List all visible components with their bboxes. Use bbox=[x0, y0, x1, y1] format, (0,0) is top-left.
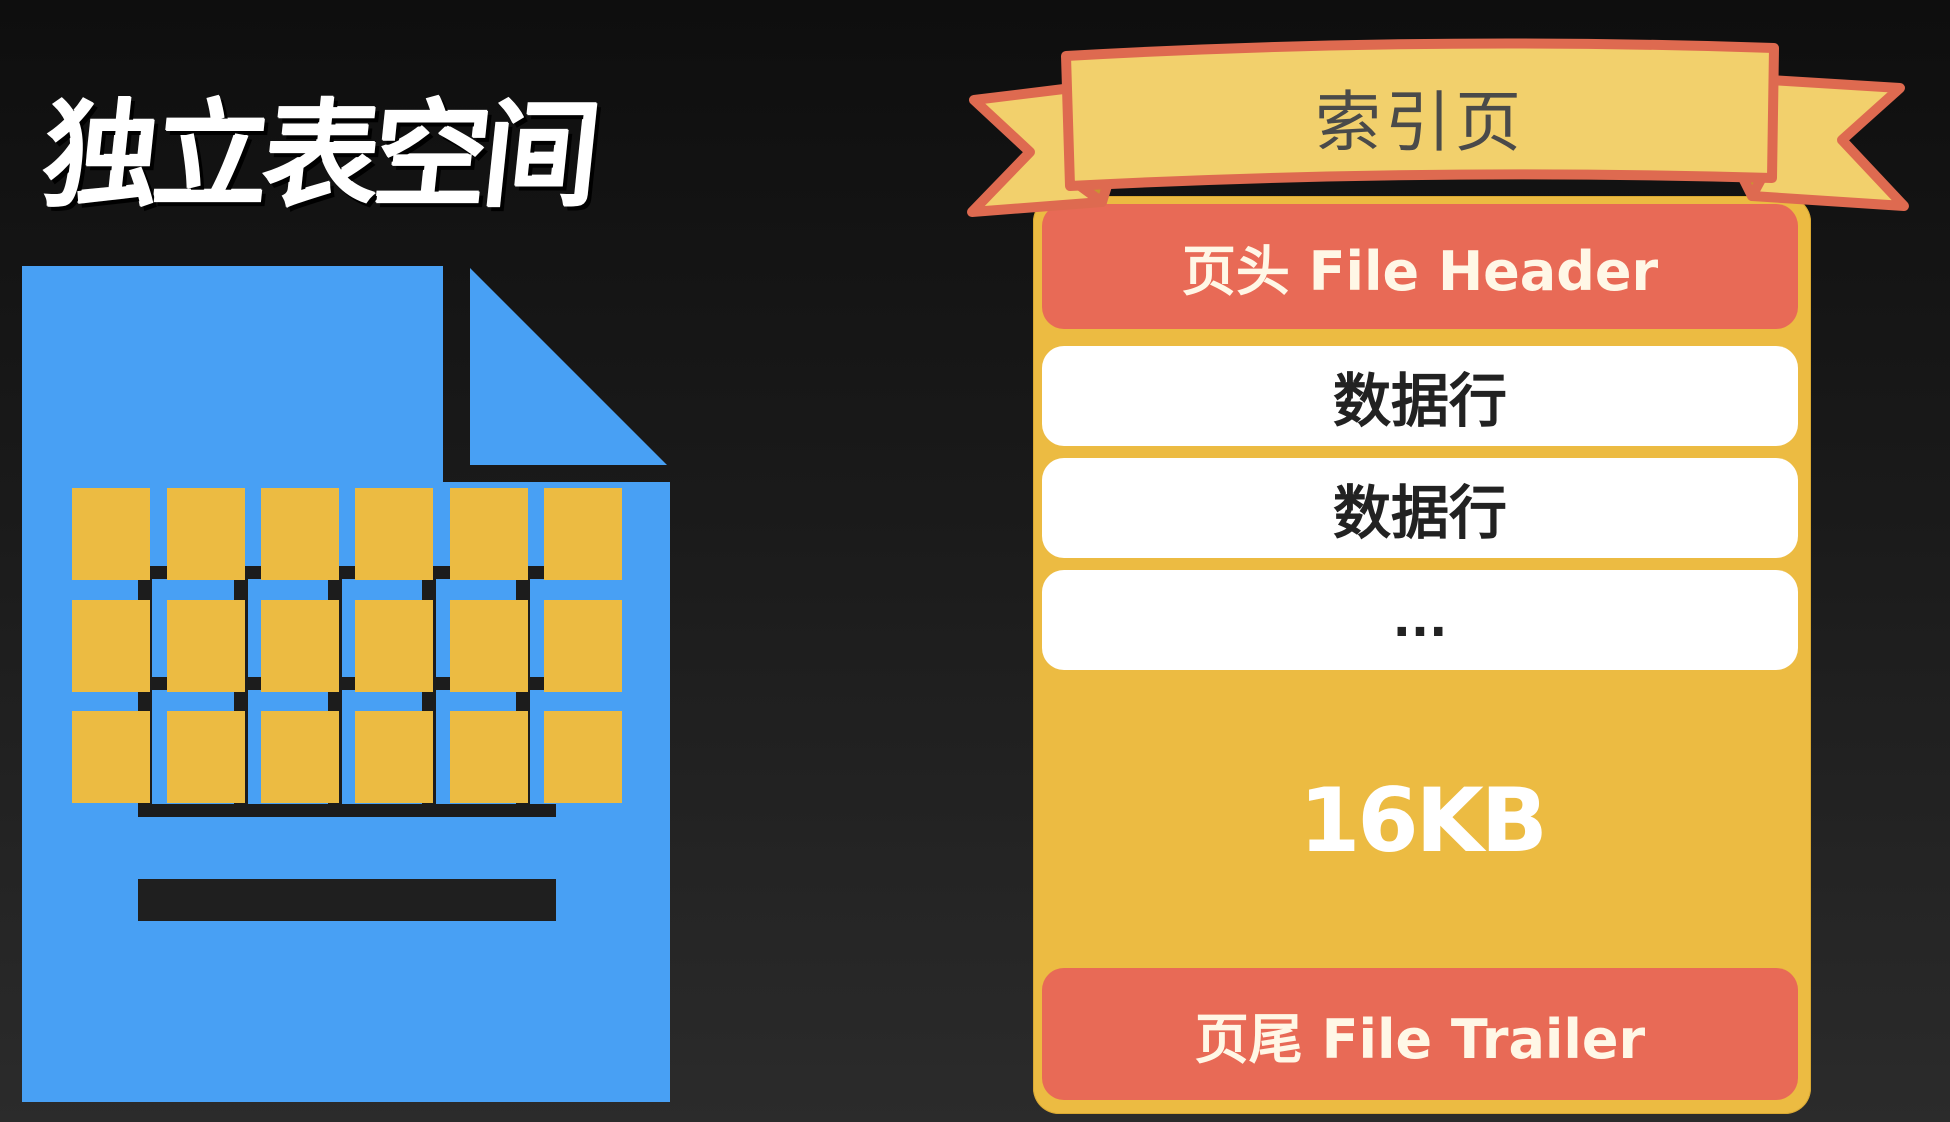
file-grid-cell bbox=[355, 711, 433, 803]
data-row: 数据行 bbox=[1042, 458, 1798, 558]
file-grid-cell bbox=[72, 711, 150, 803]
file-grid-cell bbox=[450, 711, 528, 803]
file-grid-cell bbox=[450, 600, 528, 692]
file-grid-cell bbox=[72, 488, 150, 580]
data-row: 数据行 bbox=[1042, 346, 1798, 446]
page-size-label: 16KB bbox=[1299, 769, 1548, 872]
file-grid-cell bbox=[544, 488, 622, 580]
file-grid-cell bbox=[167, 600, 245, 692]
file-grid-cell bbox=[450, 488, 528, 580]
file-grid-cell bbox=[544, 711, 622, 803]
file-grid-cell bbox=[167, 488, 245, 580]
file-corner-fold bbox=[470, 268, 667, 465]
file-grid-cell bbox=[544, 600, 622, 692]
page-header-row: 页头 File Header bbox=[1042, 204, 1798, 329]
data-row-ellipsis: ... bbox=[1042, 570, 1798, 670]
file-grid-cell bbox=[261, 711, 339, 803]
file-grid-cell bbox=[167, 711, 245, 803]
file-grid-cell bbox=[261, 488, 339, 580]
page-trailer-row: 页尾 File Trailer bbox=[1042, 968, 1798, 1100]
file-grid-cell bbox=[72, 600, 150, 692]
file-footer-bar bbox=[138, 879, 556, 921]
file-grid-cell bbox=[355, 600, 433, 692]
index-page: 页头 File Header 数据行 数据行 ... 16KB 页尾 File … bbox=[1033, 196, 1811, 1114]
banner-title: 索引页 bbox=[1315, 84, 1525, 161]
file-grid-cell bbox=[261, 600, 339, 692]
file-grid-cell bbox=[355, 488, 433, 580]
